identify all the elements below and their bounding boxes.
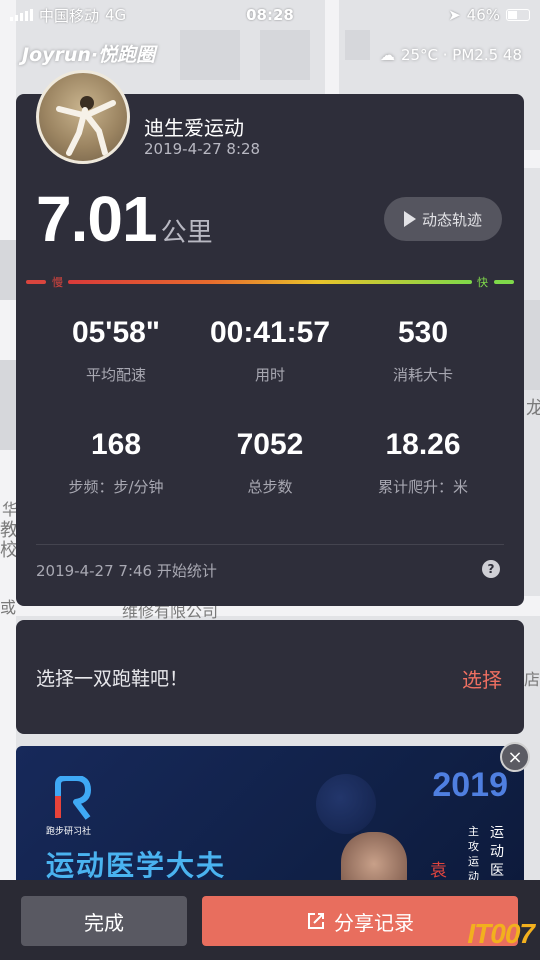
stat-cadence: 168 步频：步/分钟 xyxy=(31,428,201,497)
run-summary-card: 迪生爱运动 2019-4-27 8:28 7.01 公里 动态轨迹 慢 快 05… xyxy=(16,70,524,606)
track-replay-button[interactable]: 动态轨迹 xyxy=(384,197,502,241)
stat-elevation-gain: 18.26 累计爬升：米 xyxy=(338,428,508,497)
run-club-logo-icon xyxy=(55,776,91,820)
distance: 7.01 公里 xyxy=(36,182,213,256)
map-label-1: 龙 xyxy=(526,398,540,419)
stat-value: 530 xyxy=(397,316,449,349)
ad-vertical-text-a: 主攻运动 xyxy=(468,825,479,883)
pace-slow-label: 慢 xyxy=(52,276,63,289)
ad-doctor-name: 袁 xyxy=(430,861,447,881)
ad-vertical-text-b: 运动医 xyxy=(490,825,504,879)
stat-value: 168 xyxy=(90,428,142,461)
ad-logo-text: 跑步研习社 xyxy=(46,827,92,837)
done-button[interactable]: 完成 xyxy=(21,896,187,946)
stat-label: 累计爬升：米 xyxy=(377,478,468,496)
user-name: 迪生爱运动 xyxy=(144,116,244,140)
stat-label: 平均配速 xyxy=(85,366,146,384)
avatar[interactable] xyxy=(36,70,130,164)
ad-close-icon[interactable]: × xyxy=(500,742,530,772)
share-icon xyxy=(308,913,324,929)
pace-fast-label: 快 xyxy=(477,276,488,289)
weather-text: 25°C · PM2.5 48 xyxy=(400,46,522,64)
ad-year: 2019 xyxy=(432,766,508,804)
status-time: 08:28 xyxy=(246,6,294,24)
ad-decoration xyxy=(316,774,376,834)
stat-value: 7052 xyxy=(236,428,304,461)
start-time-text: 2019-4-27 7:46 开始统计 xyxy=(36,562,217,580)
play-icon xyxy=(403,211,416,227)
help-icon[interactable]: ? xyxy=(482,560,500,578)
stat-label: 步频：步/分钟 xyxy=(68,478,164,496)
shoe-select-card[interactable]: 选择一双跑鞋吧！ 选择 xyxy=(16,620,524,734)
track-replay-label: 动态轨迹 xyxy=(421,210,482,229)
stat-value: 00:41:57 xyxy=(209,316,331,349)
stat-value: 05'58" xyxy=(71,316,161,349)
battery-icon xyxy=(506,9,530,21)
stat-duration: 00:41:57 用时 xyxy=(185,316,355,385)
distance-unit: 公里 xyxy=(160,218,213,248)
brand-logo: Joyrun·悦跑圈 xyxy=(22,44,156,66)
share-record-label: 分享记录 xyxy=(334,910,414,935)
pace-gradient-bar: 慢 快 xyxy=(26,276,514,289)
stat-label: 总步数 xyxy=(247,478,293,496)
map-label-2: 店 xyxy=(524,670,540,689)
stat-label: 用时 xyxy=(254,366,285,384)
status-bar: 中国移动 4G 08:28 ➤ 46% xyxy=(0,0,540,30)
watermark: IT007 xyxy=(467,918,535,949)
stat-label: 消耗大卡 xyxy=(392,366,453,384)
stat-calories: 530 消耗大卡 xyxy=(338,316,508,385)
ad-title: 运动医学大夫 xyxy=(46,849,227,882)
distance-value: 7.01 xyxy=(36,183,158,255)
shoe-prompt: 选择一双跑鞋吧！ xyxy=(36,668,189,690)
map-label-6: 或 xyxy=(0,598,17,617)
cloud-icon: ☁ xyxy=(379,46,395,64)
stat-avg-pace: 05'58" 平均配速 xyxy=(31,316,201,385)
weather: ☁ 25°C · PM2.5 48 xyxy=(380,46,522,64)
stat-total-steps: 7052 总步数 xyxy=(185,428,355,497)
stat-value: 18.26 xyxy=(385,428,461,461)
run-date: 2019-4-27 8:28 xyxy=(144,140,261,158)
bottom-action-bar: 完成 分享记录 xyxy=(0,880,540,960)
shoe-select-button[interactable]: 选择 xyxy=(462,664,502,693)
divider xyxy=(36,544,504,545)
